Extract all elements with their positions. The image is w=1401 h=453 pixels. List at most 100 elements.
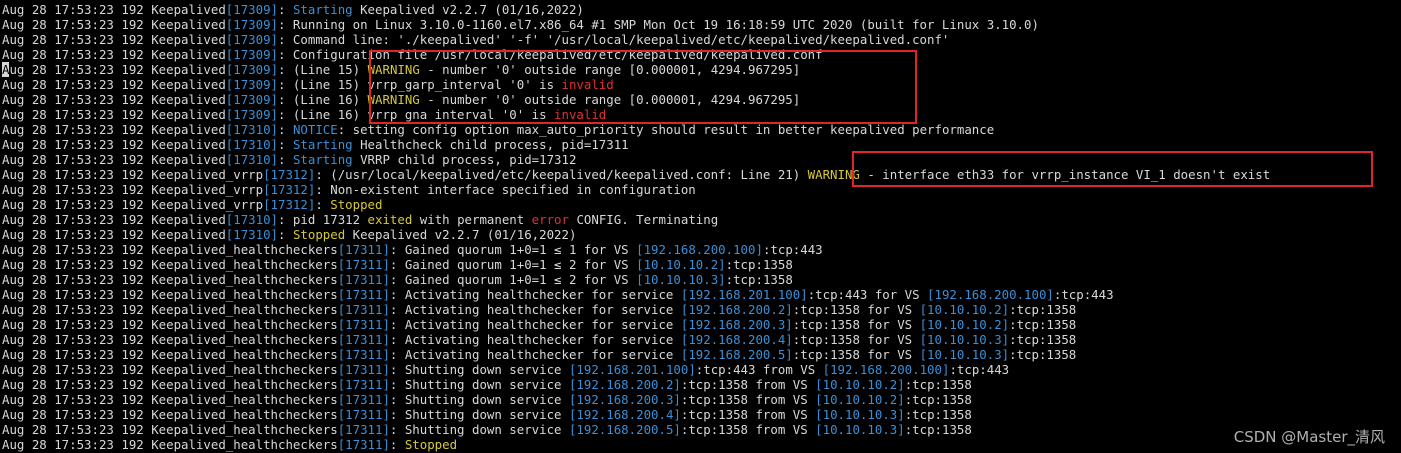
terminal-text-segment: [17311]	[337, 317, 390, 332]
terminal-text-segment: Aug 28 17:53:23 192 Keepalived_healthche…	[2, 257, 338, 272]
terminal-text-segment: [17311]	[337, 392, 390, 407]
terminal-text-segment: Aug 28 17:53:23 192 Keepalived_healthche…	[2, 347, 338, 362]
terminal-line: Aug 28 17:53:23 192 Keepalived_healthche…	[2, 407, 1399, 422]
terminal-text-segment: Aug 28 17:53:23 192 Keepalived	[2, 152, 226, 167]
terminal-line: Aug 28 17:53:23 192 Keepalived[17309]: (…	[2, 107, 1399, 122]
terminal-text-segment: : Activating healthchecker for service	[389, 347, 681, 362]
terminal-text-segment: : (Line 16)	[278, 92, 368, 107]
terminal-text-segment: [192.168.200.3]	[680, 317, 793, 332]
terminal-line: Aug 28 17:53:23 192 Keepalived[17310]: N…	[2, 122, 1399, 137]
terminal-text-segment: [17310]	[225, 227, 279, 242]
terminal-text-segment: [192.168.200.2]	[680, 302, 793, 317]
terminal-line: Aug 28 17:53:23 192 Keepalived[17310]: S…	[2, 152, 1399, 167]
terminal-text-segment: Aug 28 17:53:23 192 Keepalived_healthche…	[2, 407, 338, 422]
terminal-text-segment: :tcp:443 for VS	[807, 287, 928, 302]
terminal-line: Aug 28 17:53:23 192 Keepalived[17310]: S…	[2, 227, 1399, 242]
terminal-text-segment: [17309]	[225, 17, 279, 32]
terminal-text-segment: :tcp:443	[1053, 287, 1114, 302]
terminal-text-segment: :tcp:1358 for VS	[792, 317, 920, 332]
terminal-line: Aug 28 17:53:23 192 Keepalived_healthche…	[2, 272, 1399, 287]
terminal-text-segment: :tcp:1358	[725, 257, 793, 272]
terminal-text-segment: :tcp:1358	[725, 272, 793, 287]
terminal-text-segment: : Activating healthchecker for service	[389, 332, 681, 347]
terminal-text-segment: Aug 28 17:53:23 192 Keepalived_healthche…	[2, 392, 338, 407]
terminal-text-segment: Aug 28 17:53:23 192 Keepalived	[2, 212, 226, 227]
terminal-text-segment: Aug 28 17:53:23 192 Keepalived	[2, 107, 226, 122]
terminal-text-segment: :tcp:1358	[904, 392, 972, 407]
terminal-text-segment: [17310]	[225, 122, 279, 137]
terminal-text-segment: [192.168.200.100]	[636, 242, 763, 257]
terminal-text-segment: [17311]	[337, 242, 390, 257]
terminal-text-segment: [17311]	[337, 377, 390, 392]
terminal-text-segment: [192.168.200.100]	[927, 287, 1054, 302]
terminal-line: Aug 28 17:53:23 192 Keepalived_vrrp[1731…	[2, 197, 1399, 212]
terminal-text-segment: :tcp:1358	[904, 377, 972, 392]
terminal-text-segment: :	[315, 197, 331, 212]
terminal-text-segment: : Non-existent interface specified in co…	[315, 182, 696, 197]
terminal-line: Aug 28 17:53:23 192 Keepalived_healthche…	[2, 362, 1399, 377]
terminal-text-segment: Aug 28 17:53:23 192 Keepalived_healthche…	[2, 437, 338, 452]
terminal-text-segment: [192.168.200.5]	[568, 422, 681, 437]
terminal-text-segment: :tcp:443	[949, 362, 1010, 377]
terminal-line: Aug 28 17:53:23 192 Keepalived_healthche…	[2, 392, 1399, 407]
terminal-text-segment: : Shutting down service	[389, 407, 569, 422]
terminal-text-segment: :tcp:443 from VS	[695, 362, 823, 377]
terminal-text-segment: [192.168.200.4]	[568, 407, 681, 422]
terminal-text-segment: [192.168.200.100]	[822, 362, 950, 377]
terminal-text-segment: : Configuration file /usr/local/keepaliv…	[278, 47, 823, 62]
terminal-line: Aug 28 17:53:23 192 Keepalived[17309]: (…	[2, 62, 1399, 77]
terminal-text-segment: Aug 28 17:53:23 192 Keepalived_healthche…	[2, 242, 338, 257]
terminal-text-segment: Aug 28 17:53:23 192 Keepalived_healthche…	[2, 302, 338, 317]
terminal-text-segment: Stopped	[292, 227, 346, 242]
terminal-text-segment: [17310]	[225, 137, 279, 152]
terminal-text-segment: [10.10.10.2]	[815, 392, 905, 407]
terminal-line: Aug 28 17:53:23 192 Keepalived_healthche…	[2, 317, 1399, 332]
terminal-text-segment: : setting config option max_auto_priorit…	[337, 122, 995, 137]
terminal-text-segment: Aug 28 17:53:23 192 Keepalived_vrrp	[2, 182, 264, 197]
terminal-text-segment: Aug 28 17:53:23 192 Keepalived_healthche…	[2, 332, 338, 347]
terminal-text-segment: :tcp:1358 for VS	[792, 302, 920, 317]
terminal-text-segment: Aug 28 17:53:23 192 Keepalived_healthche…	[2, 272, 338, 287]
terminal-text-segment: [17310]	[225, 152, 279, 167]
terminal-text-segment: [17312]	[263, 197, 316, 212]
terminal-text-segment: : Shutting down service	[389, 392, 569, 407]
terminal-text-segment: invalid	[561, 77, 614, 92]
terminal-line: Aug 28 17:53:23 192 Keepalived[17310]: S…	[2, 137, 1399, 152]
terminal-text-segment: Aug 28 17:53:23 192 Keepalived_vrrp	[2, 167, 264, 182]
terminal-text-segment: : pid 17312	[278, 212, 368, 227]
terminal-text-segment: : Gained quorum 1+0=1 ≤ 2 for VS	[389, 257, 637, 272]
terminal-text-segment: [17309]	[225, 62, 279, 77]
terminal-text-segment: :tcp:1358 from VS	[680, 422, 816, 437]
terminal-text-segment: Aug 28 17:53:23 192 Keepalived	[2, 77, 226, 92]
terminal-text-segment: [17309]	[225, 107, 279, 122]
terminal-text-segment: [192.168.201.100]	[568, 362, 696, 377]
terminal-text-segment: :tcp:1358 for VS	[792, 332, 920, 347]
terminal-line: Aug 28 17:53:23 192 Keepalived[17309]: C…	[2, 32, 1399, 47]
terminal-text-segment: Keepalived v2.2.7 (01/16,2022)	[352, 2, 584, 17]
terminal-line: Aug 28 17:53:23 192 Keepalived_healthche…	[2, 257, 1399, 272]
terminal-text-segment: Aug 28 17:53:23 192 Keepalived_healthche…	[2, 422, 338, 437]
terminal-text-segment: exited	[367, 212, 413, 227]
terminal-text-segment: [10.10.10.2]	[919, 317, 1010, 332]
terminal-text-segment: [10.10.10.3]	[636, 272, 726, 287]
terminal-text-segment: :tcp:1358 for VS	[792, 347, 920, 362]
terminal-text-segment: : Activating healthchecker for service	[389, 317, 681, 332]
terminal-text-segment: :	[278, 227, 293, 242]
terminal-text-segment: Stopped	[404, 437, 458, 452]
terminal-text-segment: :tcp:1358	[1009, 302, 1077, 317]
terminal-text-segment: Aug 28 17:53:23 192 Keepalived	[2, 2, 226, 17]
terminal-text-segment: - interface eth33 for vrrp_instance VI_1…	[859, 167, 1271, 182]
terminal-text-segment: : (Line 15) vrrp_garp_interval '0' is	[278, 77, 562, 92]
terminal-text-segment: error	[531, 212, 569, 227]
terminal-text-segment: : Activating healthchecker for service	[389, 302, 681, 317]
terminal-text-segment: : Activating healthchecker for service	[389, 287, 681, 302]
terminal-text-segment: [17309]	[225, 47, 279, 62]
terminal-text-segment: [17312]	[263, 167, 316, 182]
terminal-text-segment: :	[278, 122, 293, 137]
terminal-line: Aug 28 17:53:23 192 Keepalived[17309]: R…	[2, 17, 1399, 32]
terminal-text-segment: [10.10.10.2]	[636, 257, 726, 272]
terminal-text-segment: :	[278, 2, 293, 17]
terminal-text-segment: [10.10.10.3]	[815, 407, 905, 422]
terminal-text-segment: :	[278, 137, 293, 152]
terminal-output[interactable]: Aug 28 17:53:23 192 Keepalived[17309]: S…	[2, 2, 1399, 453]
